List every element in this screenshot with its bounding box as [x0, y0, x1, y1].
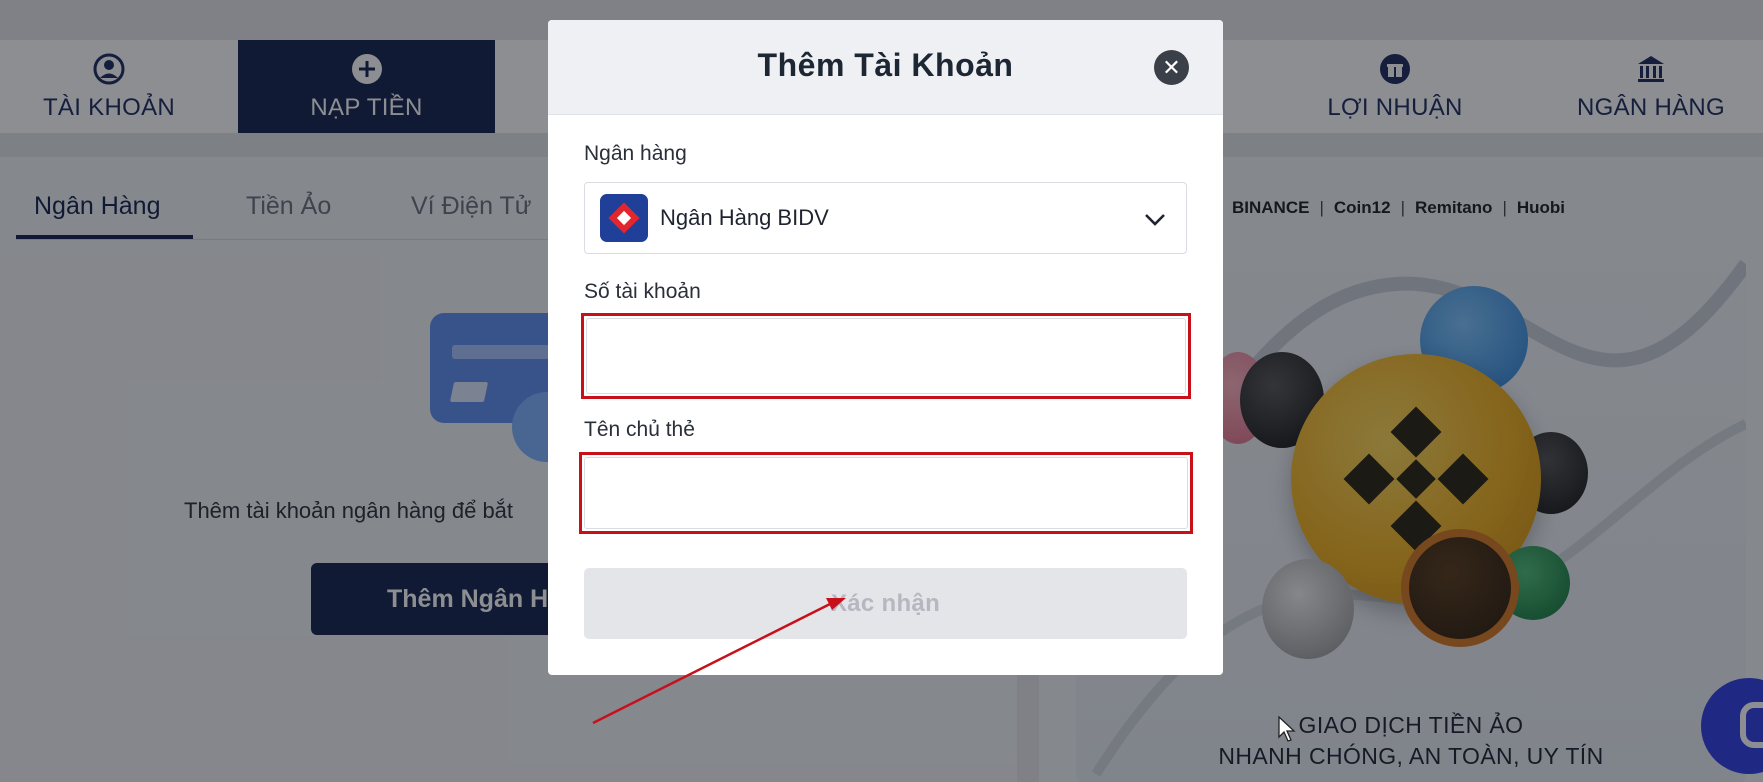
selected-bank-name: Ngân Hàng BIDV — [660, 205, 829, 230]
bank-select[interactable]: Ngân Hàng BIDV — [584, 182, 1187, 254]
card-holder-input[interactable] — [584, 457, 1188, 529]
add-account-modal: Thêm Tài Khoản ✕ Ngân hàng Ngân Hàng BID… — [548, 20, 1223, 675]
modal-title: Thêm Tài Khoản — [757, 47, 1014, 83]
bank-label: Ngân hàng — [584, 142, 687, 165]
close-button[interactable]: ✕ — [1154, 50, 1189, 85]
mouse-cursor-icon — [1278, 716, 1296, 742]
modal-header: Thêm Tài Khoản ✕ — [548, 20, 1223, 115]
account-number-label: Số tài khoản — [584, 280, 701, 303]
account-number-input[interactable] — [586, 318, 1186, 394]
bidv-logo-icon — [600, 194, 648, 242]
confirm-button[interactable]: Xác nhận — [584, 568, 1187, 639]
card-holder-label: Tên chủ thẻ — [584, 418, 695, 441]
chevron-down-icon — [1145, 214, 1165, 226]
close-icon: ✕ — [1162, 54, 1181, 80]
